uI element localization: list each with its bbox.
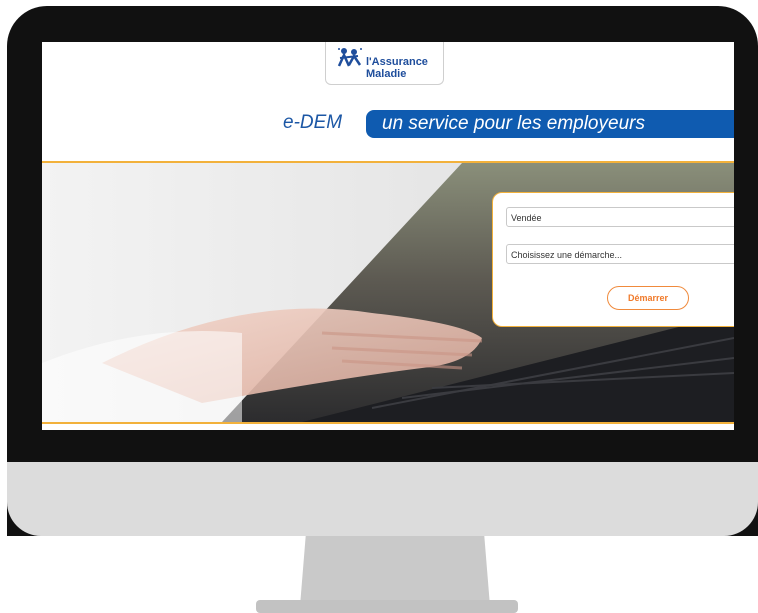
monitor-chin	[7, 462, 758, 536]
department-select[interactable]: Vendée	[506, 207, 734, 227]
logo-figures-icon	[337, 48, 362, 67]
demarche-select[interactable]: Choisissez une démarche...	[506, 244, 734, 264]
demarche-form-card: Vendée Choisissez une démarche... Démarr…	[492, 192, 734, 327]
logo-text-line1: l'Assurance	[366, 56, 428, 68]
service-banner: un service pour les employeurs	[366, 110, 734, 138]
monitor-stand-base	[256, 600, 518, 613]
monitor-stand	[300, 536, 490, 606]
service-tagline: un service pour les employeurs	[382, 113, 645, 134]
start-button[interactable]: Démarrer	[607, 286, 689, 310]
logo-text-line2: Maladie	[366, 68, 407, 80]
service-brand: e-DEM	[283, 112, 343, 133]
screen: l'Assurance Maladie e-DEM un service pou…	[42, 42, 734, 430]
assurance-maladie-logo[interactable]: l'Assurance Maladie	[325, 42, 444, 85]
